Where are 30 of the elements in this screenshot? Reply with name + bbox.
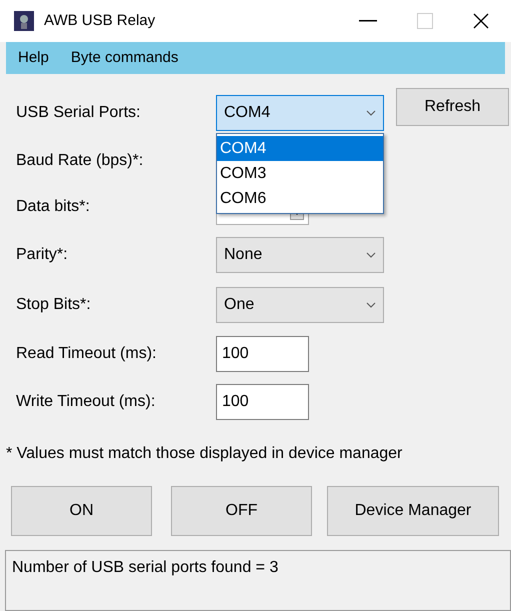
minimize-icon[interactable] (359, 20, 377, 22)
dropdown-field[interactable]: COM4 (216, 95, 384, 131)
close-icon[interactable] (473, 13, 489, 29)
dropdown-option[interactable]: COM6 (217, 186, 383, 211)
action-button[interactable]: Device Manager (327, 486, 499, 536)
status-text: Number of USB serial ports found = 3 (12, 559, 278, 576)
input-field[interactable]: 100 (216, 384, 309, 420)
chevron-down-icon (366, 252, 376, 258)
dropdown-option[interactable]: COM4 (217, 136, 383, 161)
field-label: Baud Rate (bps)*: (16, 151, 144, 171)
app-icon (14, 11, 34, 31)
field-label: Data bits*: (16, 197, 91, 217)
menu-item[interactable]: Help (18, 46, 49, 70)
action-button[interactable]: OFF (171, 486, 312, 536)
dropdown-option[interactable]: COM3 (217, 161, 383, 186)
chevron-down-icon (366, 110, 376, 116)
field-label: USB Serial Ports: (16, 103, 142, 123)
field-label: Write Timeout (ms): (16, 392, 156, 412)
field-label: Parity*: (16, 245, 69, 265)
refresh-button[interactable]: Refresh (396, 88, 509, 126)
menu-item[interactable]: Byte commands (70, 46, 178, 70)
window-title: AWB USB Relay (44, 10, 156, 31)
action-button[interactable]: ON (11, 486, 152, 536)
chevron-down-icon (366, 302, 376, 308)
input-field[interactable]: 100 (216, 336, 309, 372)
note-text: * Values must match those displayed in device manager (5, 444, 404, 464)
dropdown-field[interactable]: None (216, 237, 384, 273)
field-label: Stop Bits*: (16, 295, 92, 315)
field-label: Read Timeout (ms): (16, 344, 158, 364)
dropdown-field[interactable]: One (216, 287, 384, 323)
